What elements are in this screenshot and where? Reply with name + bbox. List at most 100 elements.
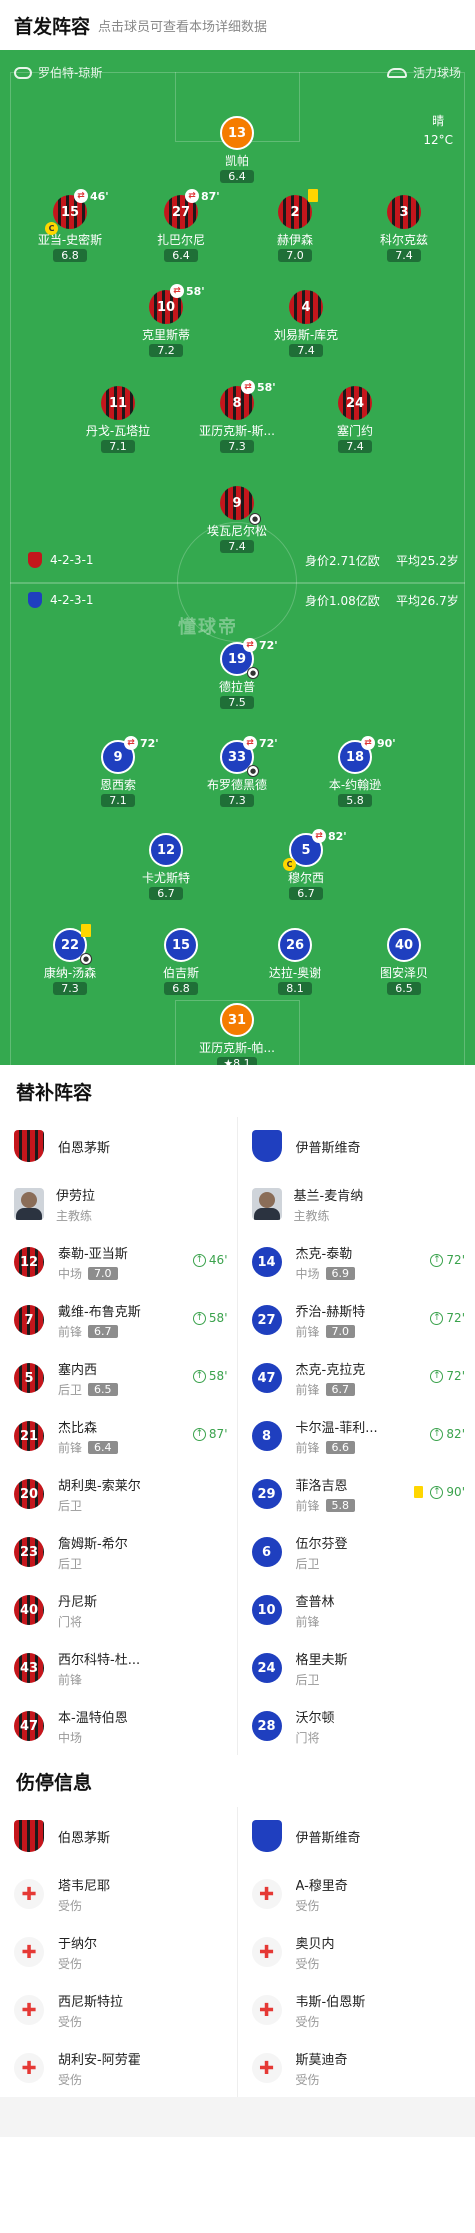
player-name: 亚历克斯-帕... [199,1041,275,1055]
medical-cross-icon: ✚ [251,1937,282,1967]
medical-cross-icon: ✚ [14,1879,44,1909]
player-position-row: 前锋 6.6 [296,1439,378,1456]
home-player-1[interactable]: 15 ⇄ 46' C 亚当-史密斯 6.8 [10,189,130,263]
sub-time: 87' [208,1427,228,1441]
home-player-3[interactable]: 2 赫伊森 7.0 [235,189,355,263]
injury-row[interactable]: ✚ 胡利安-阿劳霍 受伤 [0,2039,238,2097]
sub-player-row[interactable]: 20 胡利奥-索莱尔 后卫 [0,1465,238,1523]
away-player-1[interactable]: 9 ⇄ 72' 恩西索 7.1 [58,736,178,808]
player-rating: 6.4 [88,1440,118,1454]
away-player-6[interactable]: 22 ● 康纳-汤森 7.3 [10,924,130,996]
player-name: 凯帕 [224,154,249,168]
player-info: 泰勒-亚当斯 中场 7.0 [58,1243,128,1282]
away-player-3[interactable]: 18 ⇄ 90' 本-约翰逊 5.8 [295,736,415,808]
sub-player-row[interactable]: 21 杰比森 前锋 6.4 ↑ 87' [0,1407,238,1465]
sub-player-row[interactable]: 29 菲洛吉恩 前锋 5.8 ↑ 90' [238,1465,475,1523]
injury-away-team-row[interactable]: 伊普斯维奇 [238,1807,475,1865]
away-player-0[interactable]: 19 ⇄ 72' ● 德拉普 7.5 [177,638,297,710]
home-player-10[interactable]: 9 ● 埃瓦尼尔松 7.4 [177,486,297,554]
home-player-6[interactable]: 4 刘易斯-库克 7.4 [246,290,366,358]
coach-row-home[interactable]: 伊劳拉 主教练 [0,1175,238,1233]
sub-on-icon: ↑ [430,1311,444,1325]
player-kit-icon: 15 ⇄ 46' C [45,189,109,235]
sub-player-row[interactable]: 7 戴维-布鲁克斯 前锋 6.7 ↑ 58' [0,1291,238,1349]
player-info: 查普林 前锋 [296,1591,335,1630]
player-number-badge: 28 [251,1711,282,1741]
player-kit-icon: 4 [289,290,323,324]
subs-home-team-row[interactable]: 伯恩茅斯 [0,1117,238,1175]
home-crest-icon [14,1130,44,1162]
player-number-badge: 24 [251,1653,282,1683]
yellow-card-icon [414,1486,424,1498]
injury-row[interactable]: ✚ 塔韦尼耶 受伤 [0,1865,238,1923]
sub-player-row[interactable]: 10 查普林 前锋 [238,1581,475,1639]
injury-row[interactable]: ✚ 斯莫迪奇 受伤 [238,2039,475,2097]
injury-status: 受伤 [58,1898,83,1913]
away-player-9[interactable]: 40 图安泽贝 6.5 [344,928,464,996]
player-kit-icon: 24 [338,386,372,420]
player-position-row: 后卫 [296,1671,348,1688]
player-name: 丹戈-瓦塔拉 [85,424,151,438]
player-number: 8 [232,395,242,411]
stadium-icon [386,67,407,78]
sub-player-row[interactable]: 24 格里夫斯 后卫 [238,1639,475,1697]
away-player-2[interactable]: 33 ⇄ 72' ● 布罗德黑德 7.3 [177,736,297,808]
injury-row[interactable]: ✚ 西尼斯特拉 受伤 [0,1981,238,2039]
sub-player-row[interactable]: 47 杰克-克拉克 前锋 6.7 ↑ 72' [238,1349,475,1407]
sub-player-row[interactable]: 23 詹姆斯-希尔 后卫 [0,1523,238,1581]
injury-status: 受伤 [58,2014,83,2029]
subs-away-team-row[interactable]: 伊普斯维奇 [238,1117,475,1175]
home-player-7[interactable]: 11 丹戈-瓦塔拉 7.1 [58,386,178,454]
sub-player-row[interactable]: 12 泰勒-亚当斯 中场 7.0 ↑ 46' [0,1233,238,1291]
player-position-row: 前锋 [296,1613,335,1630]
sub-player-row[interactable]: 8 卡尔温-菲利... 前锋 6.6 ↑ 82' [238,1407,475,1465]
section-subtitle: 点击球员可查看本场详细数据 [98,19,268,35]
injury-info: 韦斯-伯恩斯 受伤 [296,1991,366,2030]
sub-off-badge: ⇄ 58' [241,380,276,394]
player-name: 科尔克兹 [379,233,428,247]
ball-icon: ● [247,765,259,777]
sub-time: 72' [446,1253,465,1267]
injury-row[interactable]: ✚ 奥贝内 受伤 [238,1923,475,1981]
sub-player-row[interactable]: 40 丹尼斯 门将 [0,1581,238,1639]
coach-row-away[interactable]: 基兰-麦肯纳 主教练 [238,1175,475,1233]
sub-off-icon: ⇄ [243,638,257,652]
home-player-9[interactable]: 24 塞门约 7.4 [295,386,415,454]
away-player-7[interactable]: 15 伯吉斯 6.8 [121,928,241,996]
away-player-8[interactable]: 26 达拉-奥谢 8.1 [235,928,355,996]
away-player-5[interactable]: 5 ⇄ 82' C 穆尔西 6.7 [246,829,366,901]
player-name: 伯吉斯 [162,966,199,980]
coach-role: 主教练 [56,1208,93,1223]
player-number: 19 [227,651,247,667]
player-number-badge: 40 [14,1595,44,1625]
home-player-8[interactable]: 8 ⇄ 58' 亚历克斯-斯... 7.3 [177,380,297,454]
injury-row[interactable]: ✚ 韦斯-伯恩斯 受伤 [238,1981,475,2039]
injury-columns: 伯恩茅斯 ✚ 塔韦尼耶 受伤 ✚ 于纳尔 受伤 ✚ 西尼斯特拉 受伤 ✚ 胡利安-阿劳霍 受伤 伊普斯… [0,1807,475,2097]
home-player-5[interactable]: 10 ⇄ 58' 克里斯蒂 7.2 [106,284,226,358]
player-name: 杰比森 [58,1420,98,1436]
player-rating: 7.0 [325,1324,356,1338]
player-kit-icon: 27 ⇄ 87' [164,189,220,229]
home-player-4[interactable]: 3 科尔克兹 7.4 [344,195,464,263]
sub-player-row[interactable]: 43 西尔科特-杜... 前锋 [0,1639,238,1697]
away-player-10[interactable]: 31 亚历克斯-帕... ★8.1 [177,1003,297,1065]
injury-home-team-row[interactable]: 伯恩茅斯 [0,1807,238,1865]
player-name: 恩西索 [99,778,136,792]
home-player-2[interactable]: 27 ⇄ 87' 扎巴尔尼 6.4 [121,189,241,263]
injury-row[interactable]: ✚ 于纳尔 受伤 [0,1923,238,1981]
player-kit-icon: 31 [220,1003,254,1037]
player-number-badge: 7 [14,1305,44,1335]
sub-player-row[interactable]: 47 本-温特伯恩 中场 [0,1697,238,1755]
player-rating: 6.7 [88,1324,118,1338]
player-kit-icon: 5 ⇄ 82' C [283,829,347,871]
sub-player-row[interactable]: 5 塞内西 后卫 6.5 ↑ 58' [0,1349,238,1407]
away-player-4[interactable]: 12 卡尤斯特 6.7 [106,833,226,901]
sub-player-row[interactable]: 27 乔治-赫斯特 前锋 7.0 ↑ 72' [238,1291,475,1349]
sub-player-row[interactable]: 28 沃尔顿 门将 [238,1697,475,1755]
injury-row[interactable]: ✚ A-穆里奇 受伤 [238,1865,475,1923]
player-name: 克里斯蒂 [141,328,190,342]
sub-player-row[interactable]: 14 杰克-泰勒 中场 6.9 ↑ 72' [238,1233,475,1291]
sub-on-icon: ↑ [192,1369,206,1383]
sub-player-row[interactable]: 6 伍尔芬登 后卫 [238,1523,475,1581]
home-player-0[interactable]: 13 凯帕 6.4 [177,116,297,184]
